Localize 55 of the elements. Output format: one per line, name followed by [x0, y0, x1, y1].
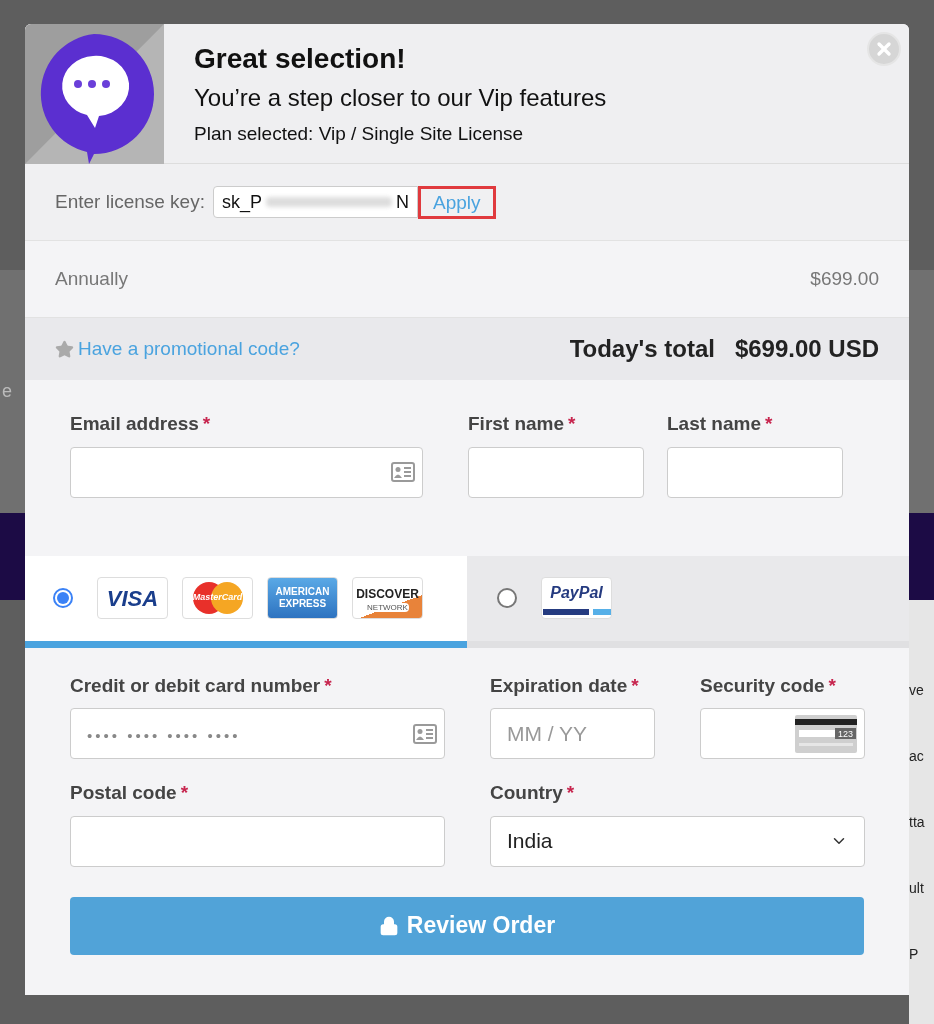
- required-mark: *: [566, 781, 575, 805]
- text-field[interactable]: •••• •••• •••• ••••: [70, 708, 445, 759]
- background-text: e: [2, 380, 12, 403]
- required-mark: *: [568, 412, 576, 436]
- field-label: Expiration date: [490, 673, 628, 698]
- text-field[interactable]: [70, 815, 445, 867]
- close-icon: [874, 39, 894, 59]
- card-payment-tab[interactable]: VISA MasterCard AMERICAN EXPRESS DISCOVER NETWORK: [25, 555, 467, 648]
- background-text: ac: [909, 747, 925, 766]
- required-mark: *: [180, 781, 189, 805]
- field-label: Country: [490, 781, 563, 805]
- field-label: Postal code: [70, 781, 177, 805]
- dialog-title: Great selection!: [194, 42, 407, 77]
- security-card-icon: 123: [795, 714, 857, 753]
- billing-price: $699.00: [810, 266, 879, 291]
- mastercard-logo: MasterCard: [182, 577, 253, 619]
- paypal-logo: PayPal: [541, 577, 612, 619]
- required-mark: *: [765, 412, 773, 436]
- total-amount: $699.00 USD: [734, 334, 879, 364]
- billing-period: Annually: [55, 266, 128, 291]
- visa-logo: VISA: [97, 577, 168, 619]
- circles-drawing: [190, 581, 246, 615]
- contact-card-icon: [391, 462, 415, 482]
- license-label: Enter license key:: [55, 189, 205, 214]
- amex-logo: AMERICAN EXPRESS: [267, 577, 338, 619]
- dialog-subtitle: You’re a step closer to our Vip features: [194, 83, 608, 114]
- required-mark: *: [202, 412, 211, 436]
- contact-card-icon: [413, 723, 437, 744]
- license-key-field[interactable]: sk_P N: [212, 186, 418, 218]
- field-label: Credit or debit card number: [70, 673, 321, 698]
- text-field[interactable]: MM / YY: [490, 708, 655, 759]
- field-label: First name: [468, 412, 565, 436]
- radio-button[interactable]: [497, 588, 517, 608]
- radio-button[interactable]: [53, 588, 73, 608]
- text-field[interactable]: [70, 446, 423, 498]
- paypal-payment-tab[interactable]: PayPal: [467, 555, 909, 648]
- total-label: Today's total: [569, 334, 715, 364]
- field-label: Email address: [70, 412, 199, 436]
- text-field[interactable]: [667, 446, 843, 498]
- plan-text: Plan selected: Vip / Single Site License: [194, 122, 525, 147]
- discover-logo: DISCOVER NETWORK: [352, 577, 423, 619]
- close-button[interactable]: [867, 32, 901, 66]
- background-text: ult: [909, 879, 925, 898]
- background-text: ve: [909, 681, 925, 700]
- lock-icon: [378, 915, 399, 936]
- required-mark: *: [631, 673, 639, 698]
- field-label: Last name: [667, 412, 761, 436]
- background-text: P: [909, 945, 920, 964]
- required-mark: *: [828, 673, 836, 698]
- star-icon: [55, 339, 74, 359]
- field-label: Security code: [700, 673, 825, 698]
- background-text: tta: [909, 813, 926, 832]
- required-mark: *: [324, 673, 332, 698]
- country-select[interactable]: India: [490, 815, 865, 867]
- text-field[interactable]: [468, 446, 644, 498]
